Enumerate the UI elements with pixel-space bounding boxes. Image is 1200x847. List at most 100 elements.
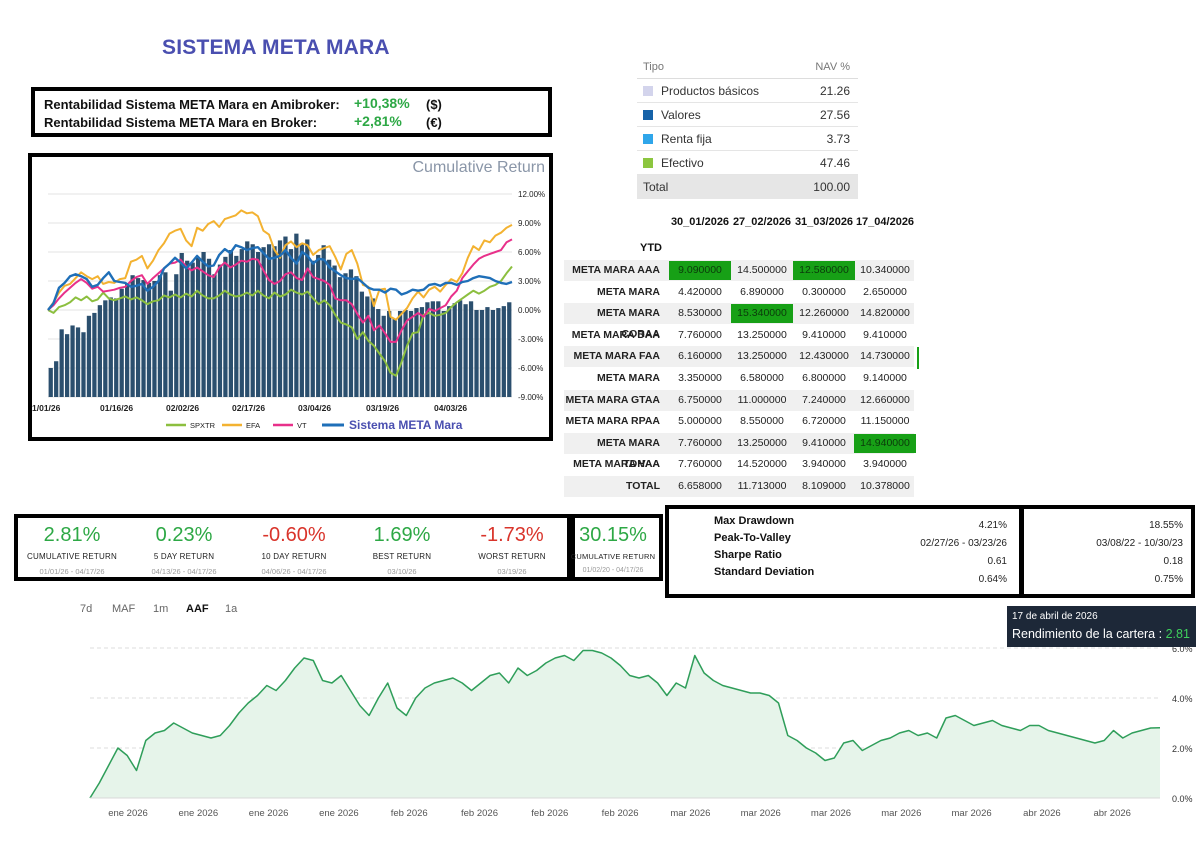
dd-value: 02/27/26 - 03/23/26 bbox=[920, 538, 1007, 549]
ytd-cell: 10.378000 bbox=[860, 480, 910, 492]
bar bbox=[468, 301, 474, 397]
legend-label: Sistema META Mara bbox=[349, 418, 463, 432]
x-tick-label: feb 2026 bbox=[461, 808, 498, 819]
ytd-cell: 13.250000 bbox=[737, 350, 787, 363]
bar bbox=[146, 282, 152, 397]
dd-value: 0.64% bbox=[978, 574, 1007, 585]
stat-10-day-return: -0.60% 10 DAY RETURN 04/06/26 - 04/17/26 bbox=[240, 524, 348, 576]
x-tick-label: abr 2026 bbox=[1093, 808, 1131, 819]
dd-value: 0.61 bbox=[987, 556, 1007, 567]
ytd-cell: 11.150000 bbox=[860, 415, 910, 428]
tooltip-date: 17 de abril de 2026 bbox=[1012, 611, 1098, 622]
ytd-cell: 10.340000 bbox=[860, 264, 910, 276]
ytd-cell: 6.160000 bbox=[678, 350, 722, 363]
bar bbox=[305, 239, 310, 397]
stat-label: CUMULATIVE RETURN bbox=[27, 552, 117, 561]
allocation-row: Renta fija 3.73 bbox=[637, 127, 858, 151]
bar bbox=[397, 310, 403, 397]
y-tick-label: 3.00% bbox=[518, 277, 541, 286]
bar bbox=[141, 280, 146, 397]
ytd-row: META MARA GTAA 6.750000 11.000000 7.240000 1… bbox=[564, 389, 914, 411]
x-tick-label: ene 2026 bbox=[319, 808, 359, 819]
ytd-cell: 12.430000 bbox=[799, 350, 849, 363]
bar bbox=[299, 243, 304, 397]
bar bbox=[185, 260, 190, 397]
drawdown-box: Max Drawdown Peak-To-Valley Sharpe Ratio… bbox=[665, 505, 1023, 598]
ytd-cell: 15.340000 bbox=[731, 304, 793, 324]
swatch-icon bbox=[643, 133, 653, 144]
bar bbox=[108, 297, 113, 397]
tooltip-label: Rendimiento de la cartera : bbox=[1012, 627, 1166, 641]
stat-cumulative-return: 2.81% CUMULATIVE RETURN 01/01/26 - 04/17/2… bbox=[18, 524, 126, 576]
x-tick-label: ene 2026 bbox=[108, 808, 148, 819]
bar bbox=[114, 298, 119, 397]
bar bbox=[327, 259, 332, 397]
swatch-icon bbox=[643, 157, 653, 168]
bar bbox=[152, 281, 157, 397]
bar bbox=[474, 310, 479, 397]
rent-currency-amibroker: ($) bbox=[426, 97, 442, 112]
stat-date: 01/02/20 - 04/17/26 bbox=[582, 567, 644, 574]
x-tick-label: mar 2026 bbox=[952, 808, 992, 819]
ytd-cell: 3.940000 bbox=[863, 458, 907, 471]
bar bbox=[163, 272, 168, 397]
ytd-cell: 6.658000 bbox=[678, 480, 722, 492]
swatch-icon bbox=[643, 85, 653, 96]
ytd-column-header: 31_03/2026 bbox=[794, 216, 854, 228]
bar bbox=[425, 302, 430, 397]
y-tick-label: 0.00% bbox=[518, 306, 541, 315]
bar bbox=[490, 310, 496, 397]
stat-value: -0.60% bbox=[262, 524, 326, 546]
bar bbox=[343, 273, 348, 397]
bar bbox=[365, 296, 370, 397]
tab-7d[interactable]: 7d bbox=[80, 603, 92, 615]
bar bbox=[452, 303, 457, 397]
ytd-cell: 6.750000 bbox=[678, 393, 722, 406]
ytd-cell: 7.760000 bbox=[678, 458, 722, 471]
dd-label: Max Drawdown bbox=[714, 515, 795, 527]
stat-label: 5 DAY RETURN bbox=[153, 552, 215, 561]
bar bbox=[479, 310, 485, 397]
ytd-cell: 4.420000 bbox=[678, 285, 722, 298]
stat-total: 30.15% CUMULATIVE RETURN 01/02/20 - 04/1… bbox=[567, 524, 659, 574]
ytd-cell: 9.410000 bbox=[802, 436, 846, 449]
ytd-cell: 14.940000 bbox=[854, 433, 916, 453]
ytd-row-name: META MARA FAA bbox=[573, 350, 660, 363]
x-tick-label: 03/04/26 bbox=[298, 403, 331, 413]
dd-label: Sharpe Ratio bbox=[714, 549, 782, 561]
allocation-value: 3.73 bbox=[826, 131, 850, 146]
bar bbox=[206, 258, 212, 397]
allocation-label: Productos básicos bbox=[661, 83, 760, 98]
stats-box: 2.81% CUMULATIVE RETURN 01/01/26 - 04/17/2… bbox=[14, 514, 571, 581]
tab-maf[interactable]: MAF bbox=[112, 603, 135, 615]
x-tick-label: 04/03/26 bbox=[434, 403, 467, 413]
y-tick-label: 2.0% bbox=[1172, 744, 1193, 754]
chart-title: Cumulative Return bbox=[412, 159, 546, 176]
ytd-cell: 9.140000 bbox=[863, 372, 907, 384]
ytd-row-name: META MARA GTAA bbox=[565, 393, 661, 406]
stat-value: 30.15% bbox=[579, 524, 647, 546]
allocation-header-tipo: Tipo bbox=[643, 60, 664, 73]
ytd-cell: 12.260000 bbox=[799, 307, 849, 320]
allocation-label: Valores bbox=[661, 107, 701, 122]
tab-aaf[interactable]: AAF bbox=[186, 603, 209, 615]
y-tick-label: -9.00% bbox=[518, 393, 543, 402]
allocation-value: 27.56 bbox=[819, 107, 850, 122]
x-tick-label: mar 2026 bbox=[811, 808, 851, 819]
dd-label: Peak-To-Valley bbox=[714, 532, 791, 544]
drawdown-box-total: 18.55% 03/08/22 - 10/30/23 0.18 0.75% bbox=[1020, 505, 1195, 598]
stat-date: 01/01/26 - 04/17/26 bbox=[39, 567, 105, 576]
ytd-cell: 6.580000 bbox=[740, 372, 784, 384]
bar bbox=[441, 310, 446, 397]
cumulative-return-chart-box: Cumulative Return 12.00% 9.00% 6.00% 3.00% 0… bbox=[28, 153, 553, 441]
ytd-row-name: TOTAL bbox=[625, 480, 660, 492]
cumulative-return-chart: 12.00% 9.00% 6.00% 3.00% 0.00% -3.00% -6.00% -9… bbox=[32, 190, 545, 432]
ytd-cell: 8.550000 bbox=[740, 415, 784, 428]
ytd-row: META MARA CORAA 8.530000 15.340000 12.26000… bbox=[564, 303, 914, 340]
tab-1a[interactable]: 1a bbox=[225, 603, 237, 615]
ytd-cell: 14.520000 bbox=[737, 458, 787, 471]
bar bbox=[387, 310, 392, 397]
tab-1m[interactable]: 1m bbox=[153, 603, 168, 615]
ytd-cell: 14.730000 bbox=[860, 350, 910, 363]
bar bbox=[174, 274, 179, 397]
